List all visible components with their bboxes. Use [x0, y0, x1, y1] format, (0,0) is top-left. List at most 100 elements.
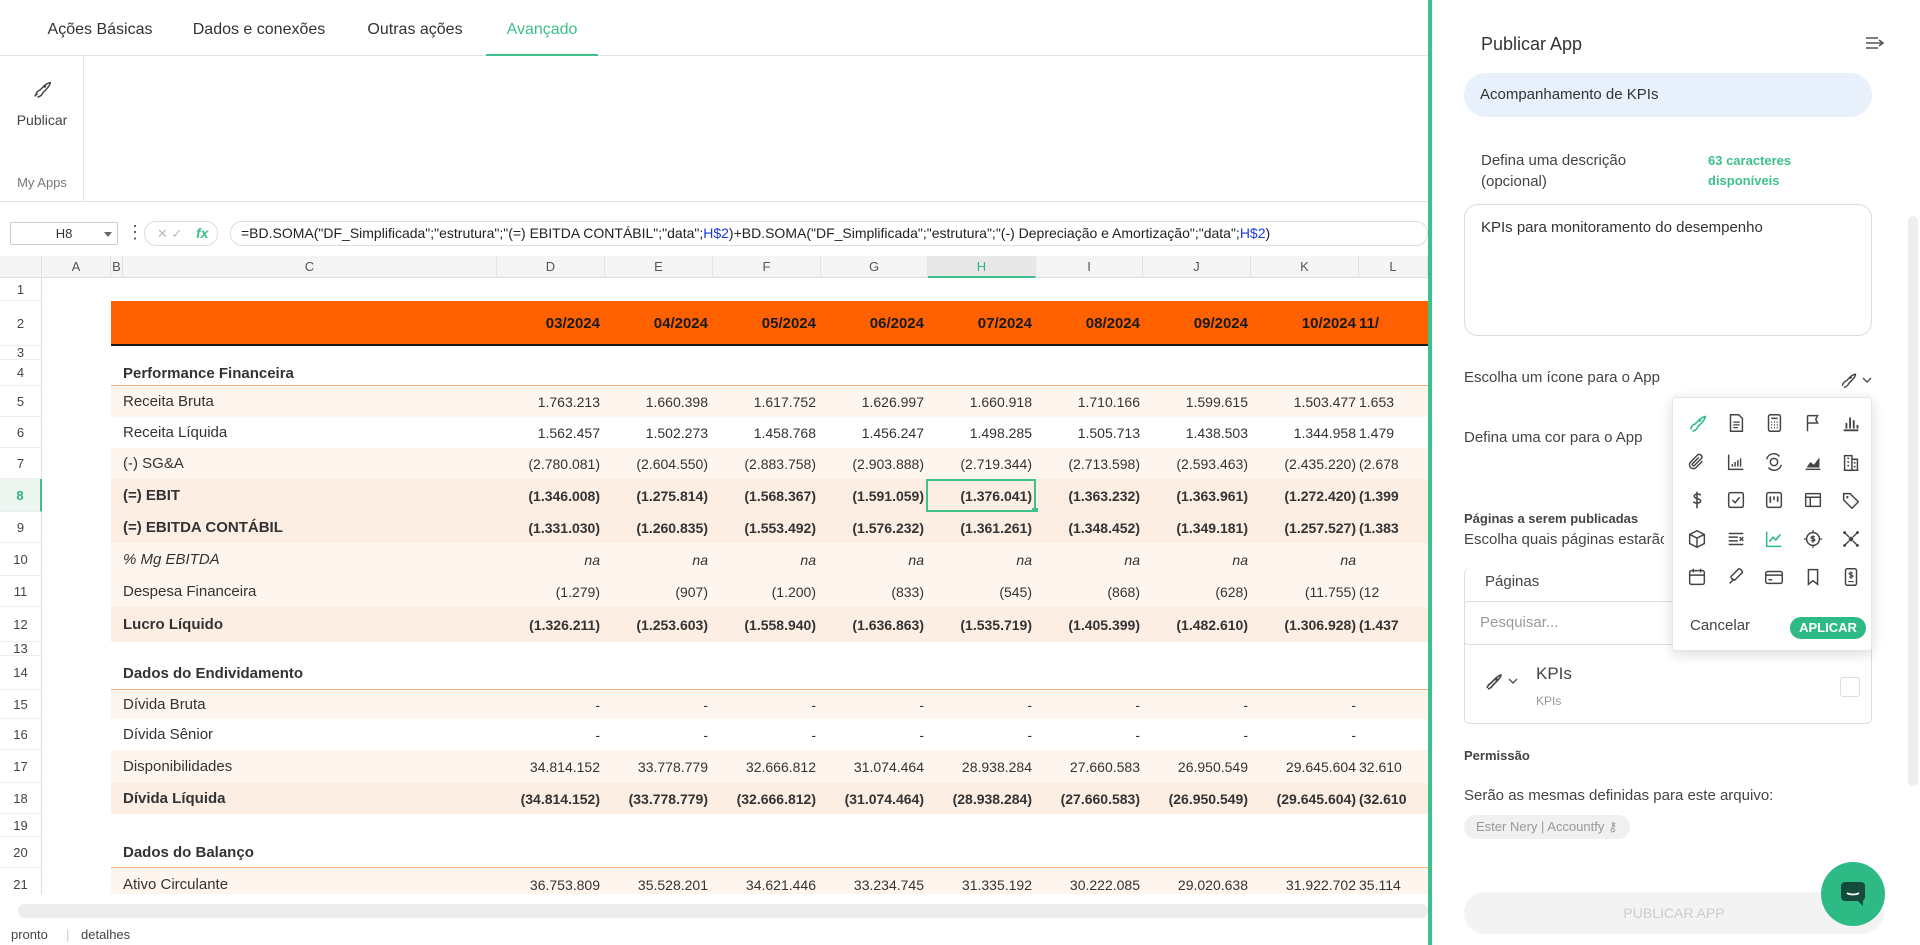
table-cell[interactable]: - — [608, 690, 708, 719]
row-number[interactable]: 16 — [0, 719, 42, 750]
table-cell[interactable]: 10/2024 — [1256, 301, 1356, 346]
table-cell[interactable]: (2.593.463) — [1148, 448, 1248, 479]
table-cell[interactable]: (1.437 — [1359, 607, 1428, 642]
table-cell[interactable]: 1.505.713 — [1040, 417, 1140, 448]
table-cell[interactable]: (1.348.452) — [1040, 512, 1140, 543]
row-label[interactable]: Dívida Bruta — [123, 690, 206, 719]
column-header-h[interactable]: H — [928, 256, 1036, 278]
table-cell[interactable]: (1.361.261) — [932, 512, 1032, 543]
table-cell[interactable]: 1.653 — [1359, 386, 1428, 417]
table-cell[interactable]: (2.780.081) — [500, 448, 600, 479]
table-cell[interactable]: (868) — [1040, 576, 1140, 607]
table-cell[interactable]: (1.363.232) — [1040, 479, 1140, 512]
column-header-i[interactable]: I — [1036, 256, 1143, 278]
table-cell[interactable]: (1.399 — [1359, 479, 1428, 512]
table-cell[interactable]: 31.922.702 — [1256, 868, 1356, 894]
table-cell[interactable]: 1.617.752 — [716, 386, 816, 417]
table-cell[interactable]: (1.553.492) — [716, 512, 816, 543]
row-number[interactable]: 6 — [0, 417, 42, 448]
tab-dados-conexoes[interactable]: Dados e conexões — [180, 0, 338, 56]
bookmark-icon[interactable] — [1797, 561, 1829, 593]
cancel-icon[interactable]: ✕ — [157, 226, 168, 241]
rocket-icon[interactable] — [1484, 671, 1518, 695]
row-number[interactable]: 4 — [0, 360, 42, 386]
table-cell[interactable]: (2.435.220) — [1256, 448, 1356, 479]
row-label[interactable]: Ativo Circulante — [123, 868, 228, 894]
table-cell[interactable]: (1.363.961) — [1148, 479, 1248, 512]
table-cell[interactable]: (1.349.181) — [1148, 512, 1248, 543]
apply-button[interactable]: APLICAR — [1790, 617, 1866, 639]
row-number[interactable]: 18 — [0, 783, 42, 814]
table-cell[interactable]: (907) — [608, 576, 708, 607]
publish-button[interactable]: Publicar — [8, 76, 76, 146]
fx-icon[interactable]: fx — [196, 221, 208, 246]
row-number[interactable]: 14 — [0, 656, 42, 690]
table-cell[interactable]: (1.200) — [716, 576, 816, 607]
cancel-button[interactable]: Cancelar — [1690, 617, 1750, 634]
table-cell[interactable]: na — [1256, 543, 1356, 576]
table-cell[interactable]: 11/ — [1359, 301, 1428, 346]
table-cell[interactable]: - — [716, 719, 816, 750]
table-cell[interactable]: 28.938.284 — [932, 750, 1032, 783]
app-name-input[interactable]: Acompanhamento de KPIs — [1464, 73, 1872, 117]
more-options-icon[interactable]: ⋮ — [126, 222, 144, 242]
row-label[interactable]: Disponibilidades — [123, 750, 232, 783]
table-cell[interactable]: 35.114 — [1359, 868, 1428, 894]
table-cell[interactable]: - — [1256, 690, 1356, 719]
table-cell[interactable]: (26.950.549) — [1148, 783, 1248, 814]
tab-acoes-basicas[interactable]: Ações Básicas — [36, 0, 164, 56]
receipt-icon[interactable] — [1835, 561, 1867, 593]
checkbox-icon[interactable] — [1720, 484, 1752, 516]
row-label[interactable]: (-) SG&A — [123, 448, 184, 479]
table-cell[interactable]: 1.458.768 — [716, 417, 816, 448]
table-cell[interactable]: (33.778.779) — [608, 783, 708, 814]
table-cell[interactable]: (11.755) — [1256, 576, 1356, 607]
table-cell[interactable]: (1.326.211) — [500, 607, 600, 642]
table-cell[interactable]: 1.498.285 — [932, 417, 1032, 448]
table-cell[interactable]: 1.562.457 — [500, 417, 600, 448]
row-label[interactable]: Lucro Líquido — [123, 607, 223, 642]
table-cell[interactable]: (1.257.527) — [1256, 512, 1356, 543]
table-cell[interactable]: 1.626.997 — [824, 386, 924, 417]
description-textarea[interactable]: KPIs para monitoramento do desempenho — [1464, 204, 1872, 336]
row-number[interactable]: 8 — [0, 479, 42, 512]
table-cell[interactable]: (1.279) — [500, 576, 600, 607]
row-number[interactable]: 13 — [0, 641, 42, 656]
table-cell[interactable]: (1.346.008) — [500, 479, 600, 512]
table-cell[interactable]: - — [716, 690, 816, 719]
select-all-corner[interactable] — [0, 256, 42, 278]
table-cell[interactable]: 32.610 — [1359, 750, 1428, 783]
exchange-icon[interactable] — [1758, 446, 1790, 478]
row-number[interactable]: 11 — [0, 576, 42, 607]
table-cell[interactable]: - — [500, 690, 600, 719]
list-item[interactable]: KPIs KPIs — [1464, 645, 1872, 723]
row-label[interactable]: Despesa Financeira — [123, 576, 256, 607]
table-cell[interactable]: (32.610 — [1359, 783, 1428, 814]
rocket-icon[interactable] — [1681, 407, 1713, 439]
table-cell[interactable]: 1.344.958 — [1256, 417, 1356, 448]
row-number[interactable]: 12 — [0, 607, 42, 642]
row-label[interactable]: Dados do Balanço — [123, 837, 254, 868]
table-cell[interactable]: (1.275.814) — [608, 479, 708, 512]
table-cell[interactable]: (34.814.152) — [500, 783, 600, 814]
table-cell[interactable]: na — [932, 543, 1032, 576]
row-label[interactable]: Dados do Endividamento — [123, 656, 303, 690]
table-cell[interactable]: 1.503.477 — [1256, 386, 1356, 417]
table-cell[interactable]: (1.482.610) — [1148, 607, 1248, 642]
area-chart-icon[interactable] — [1797, 446, 1829, 478]
spreadsheet-grid[interactable]: ABCDEFGHIJKL 1 03/2024 04/2024 05/2024 06/20… — [0, 256, 1428, 894]
table-cell[interactable]: - — [1148, 719, 1248, 750]
table-cell[interactable]: (833) — [824, 576, 924, 607]
flag-icon[interactable] — [1797, 407, 1829, 439]
table-cell[interactable]: 1.456.247 — [824, 417, 924, 448]
chart-growth-icon[interactable] — [1720, 446, 1752, 478]
row-number[interactable]: 15 — [0, 690, 42, 719]
dollar-icon[interactable] — [1681, 484, 1713, 516]
table-cell[interactable]: (2.713.598) — [1040, 448, 1140, 479]
table-cell[interactable]: 03/2024 — [500, 301, 600, 346]
table-cell[interactable]: 36.753.809 — [500, 868, 600, 894]
line-chart-icon[interactable] — [1758, 523, 1790, 555]
table-cell[interactable]: - — [824, 719, 924, 750]
credit-card-icon[interactable] — [1758, 561, 1790, 593]
details-link[interactable]: detalhes — [81, 924, 130, 945]
